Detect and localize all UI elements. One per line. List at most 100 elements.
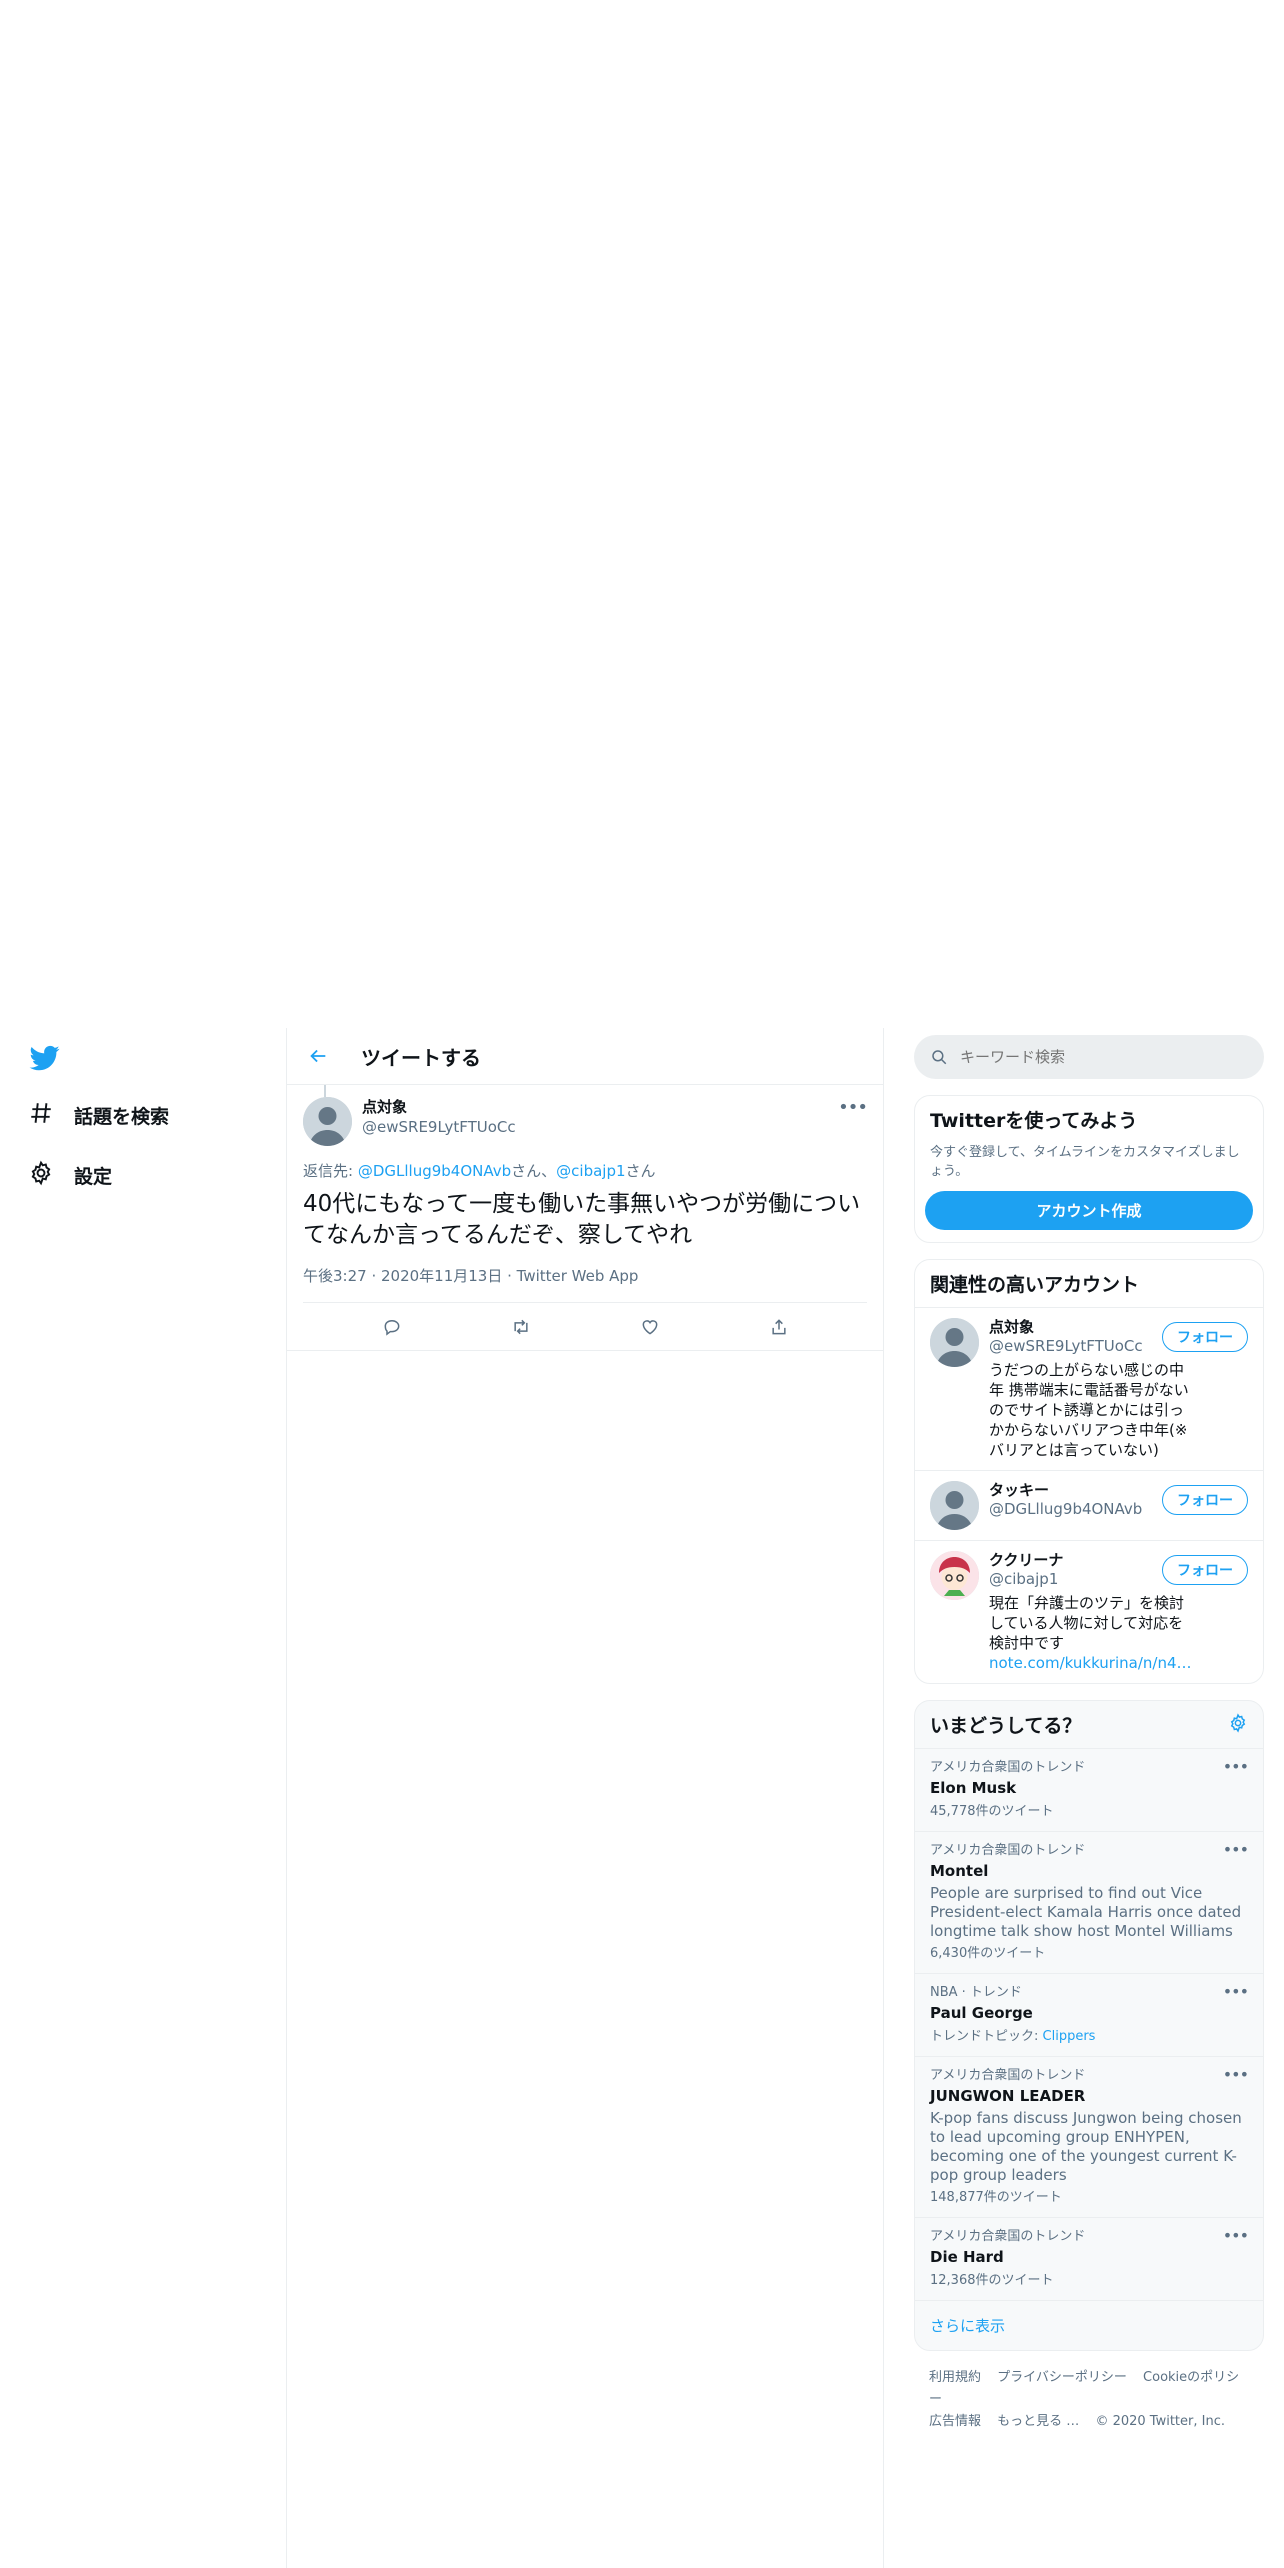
follow-button[interactable]: フォロー <box>1162 1322 1248 1352</box>
account-item[interactable]: ククリーナ @cibajp1 現在「弁護士のツテ」を検討している人物に対して対応… <box>915 1540 1263 1683</box>
reply-button[interactable] <box>374 1309 410 1345</box>
footer: 利用規約 プライバシーポリシー Cookieのポリシー 広告情報 もっと見る …… <box>914 2351 1264 2449</box>
reply-to-line: 返信先: @DGLllug9b4ONAvbさん、@cibajp1さん <box>303 1160 867 1181</box>
signup-description: 今すぐ登録して、タイムラインをカスタマイズしましょう。 <box>930 1145 1240 1179</box>
default-avatar-icon <box>930 1318 979 1367</box>
reply-mention-link[interactable]: @cibajp1 <box>556 1162 625 1180</box>
author-name[interactable]: 点対象 <box>362 1097 516 1117</box>
avatar[interactable] <box>303 1097 352 1146</box>
search-bar[interactable] <box>914 1035 1264 1079</box>
tweet-timestamp[interactable]: 午後3:27 · 2020年11月13日 · Twitter Web App <box>303 1265 867 1303</box>
gear-icon <box>28 1160 54 1190</box>
trend-context: アメリカ合衆国のトレンド <box>930 1843 1086 1858</box>
trend-count: 45,778件のツイート <box>930 1804 1054 1819</box>
account-bio: うだつの上がらない感じの中年 携帯端末に電話番号がないのでサイト誘導とかには引っ… <box>989 1361 1189 1459</box>
trend-topic: トレンドトピック: Clippers <box>930 2028 1248 2046</box>
heart-icon <box>642 1319 657 1335</box>
default-avatar-icon <box>303 1097 352 1146</box>
avatar[interactable] <box>930 1481 979 1530</box>
reply-mention-link[interactable]: @DGLllug9b4ONAvb <box>358 1162 511 1180</box>
bio-link[interactable]: note.com/kukkurina/n/n4… <box>989 1654 1192 1672</box>
related-accounts-title: 関連性の高いアカウント <box>930 1274 1140 1296</box>
signup-title: Twitterを使ってみよう <box>930 1110 1138 1132</box>
hashtag-icon <box>28 1100 54 1130</box>
trend-item[interactable]: アメリカ合衆国のトレンド JUNGWON LEADER K-pop fans d… <box>915 2057 1263 2218</box>
account-handle[interactable]: @cibajp1 <box>989 1570 1189 1589</box>
nav-explore-label: 話題を検索 <box>74 1105 170 1128</box>
tweet-text: 40代にもなって一度も働いた事無いやつが労働についてなんか言ってるんだぞ、察して… <box>303 1191 861 1248</box>
footer-link[interactable]: 広告情報 <box>929 2414 981 2429</box>
share-button[interactable] <box>761 1309 797 1345</box>
more-options-icon[interactable]: ••• <box>838 1097 868 1118</box>
page-title: ツイートする <box>361 1045 481 1070</box>
nav-settings-label: 設定 <box>74 1165 113 1188</box>
footer-link[interactable]: もっと見る … <box>997 2414 1079 2429</box>
more-options-icon[interactable]: ••• <box>1223 1840 1249 1859</box>
trend-item[interactable]: NBA · トレンド Paul George トレンドトピック: Clipper… <box>915 1974 1263 2057</box>
page-header: ツイートする <box>287 1028 883 1085</box>
nav-settings[interactable]: 設定 <box>28 1155 112 1195</box>
back-button[interactable] <box>299 1037 337 1075</box>
search-input[interactable] <box>960 1048 1220 1066</box>
trend-name: JUNGWON LEADER <box>930 2087 1086 2105</box>
account-bio-text: 現在「弁護士のツテ」を検討している人物に対して対応を検討中です <box>989 1594 1185 1652</box>
trend-item[interactable]: アメリカ合衆国のトレンド Elon Musk 45,778件のツイート ••• <box>915 1749 1263 1832</box>
retweet-icon <box>513 1319 528 1334</box>
default-avatar-icon <box>930 1481 979 1530</box>
right-sidebar: Twitterを使ってみよう 今すぐ登録して、タイムラインをカスタマイズしましょ… <box>914 1028 1264 2449</box>
account-item[interactable]: 点対象 @ewSRE9LytFTUoCc うだつの上がらない感じの中年 携帯端末… <box>915 1307 1263 1470</box>
account-handle[interactable]: @DGLllug9b4ONAvb <box>989 1500 1189 1519</box>
account-handle[interactable]: @ewSRE9LytFTUoCc <box>989 1337 1189 1356</box>
twitter-logo-icon[interactable] <box>28 1043 62 1073</box>
reply-suffix: さん <box>625 1162 656 1180</box>
tweet: 点対象 @ewSRE9LytFTUoCc ••• 返信先: @DGLllug9b… <box>287 1085 883 1351</box>
trend-context: アメリカ合衆国のトレンド <box>930 1760 1086 1775</box>
account-name[interactable]: 点対象 <box>989 1318 1189 1337</box>
more-options-icon[interactable]: ••• <box>1223 2226 1249 2245</box>
trend-name: Paul George <box>930 2004 1033 2022</box>
related-accounts-card: 関連性の高いアカウント 点対象 @ewSRE9LytFTUoCc うだつの上がら… <box>914 1259 1264 1684</box>
follow-button[interactable]: フォロー <box>1162 1485 1248 1515</box>
footer-link[interactable]: プライバシーポリシー <box>997 2370 1127 2385</box>
copyright: © 2020 Twitter, Inc. <box>1095 2414 1225 2429</box>
trend-name: Die Hard <box>930 2248 1004 2266</box>
back-arrow-icon <box>310 1049 326 1063</box>
account-item[interactable]: タッキー @DGLllug9b4ONAvb フォロー <box>915 1470 1263 1540</box>
more-options-icon[interactable]: ••• <box>1223 2065 1249 2084</box>
account-name[interactable]: ククリーナ <box>989 1551 1189 1570</box>
show-more-link[interactable]: さらに表示 <box>915 2301 1263 2350</box>
trend-topic-link[interactable]: Clippers <box>1043 2029 1096 2044</box>
avatar[interactable] <box>930 1318 979 1367</box>
tweet-actions <box>287 1303 883 1351</box>
avatar[interactable] <box>930 1551 979 1600</box>
nav-explore[interactable]: 話題を検索 <box>28 1095 169 1135</box>
create-account-button[interactable]: アカウント作成 <box>925 1191 1253 1230</box>
like-button[interactable] <box>632 1309 668 1345</box>
more-options-icon[interactable]: ••• <box>1223 1757 1249 1776</box>
trend-description: K-pop fans discuss Jungwon being chosen … <box>930 2109 1242 2184</box>
main-column: ツイートする 点対象 @ewSRE9LytFTUoCc ••• 返信先: @DG… <box>286 1028 884 2568</box>
more-options-icon[interactable]: ••• <box>1223 1982 1249 2001</box>
trend-description: People are surprised to find out Vice Pr… <box>930 1884 1242 1940</box>
author-handle[interactable]: @ewSRE9LytFTUoCc <box>362 1117 516 1137</box>
trend-name: Elon Musk <box>930 1779 1017 1797</box>
trends-card: いまどうしてる？ アメリカ合衆国のトレンド Elon Musk 45,778件の… <box>914 1700 1264 2351</box>
footer-link[interactable]: 利用規約 <box>929 2370 981 2385</box>
reply-prefix: 返信先: <box>303 1162 358 1180</box>
retweet-button[interactable] <box>503 1309 539 1345</box>
trend-count: 6,430件のツイート <box>930 1946 1046 1961</box>
trend-name: Montel <box>930 1862 989 1880</box>
follow-button[interactable]: フォロー <box>1162 1555 1248 1585</box>
trend-topic-prefix: トレンドトピック: <box>930 2029 1043 2044</box>
settings-gear-icon[interactable] <box>1228 1712 1248 1737</box>
reply-separator: さん、 <box>511 1162 557 1180</box>
thread-connector <box>324 1085 326 1097</box>
reply-icon <box>384 1319 399 1336</box>
trend-context: アメリカ合衆国のトレンド <box>930 2068 1086 2083</box>
trend-item[interactable]: アメリカ合衆国のトレンド Die Hard 12,368件のツイート ••• <box>915 2218 1263 2301</box>
trend-count: 12,368件のツイート <box>930 2273 1054 2288</box>
share-icon <box>771 1318 786 1334</box>
account-name[interactable]: タッキー <box>989 1481 1189 1500</box>
anime-avatar-icon <box>930 1551 979 1600</box>
trend-item[interactable]: アメリカ合衆国のトレンド Montel People are surprised… <box>915 1832 1263 1974</box>
